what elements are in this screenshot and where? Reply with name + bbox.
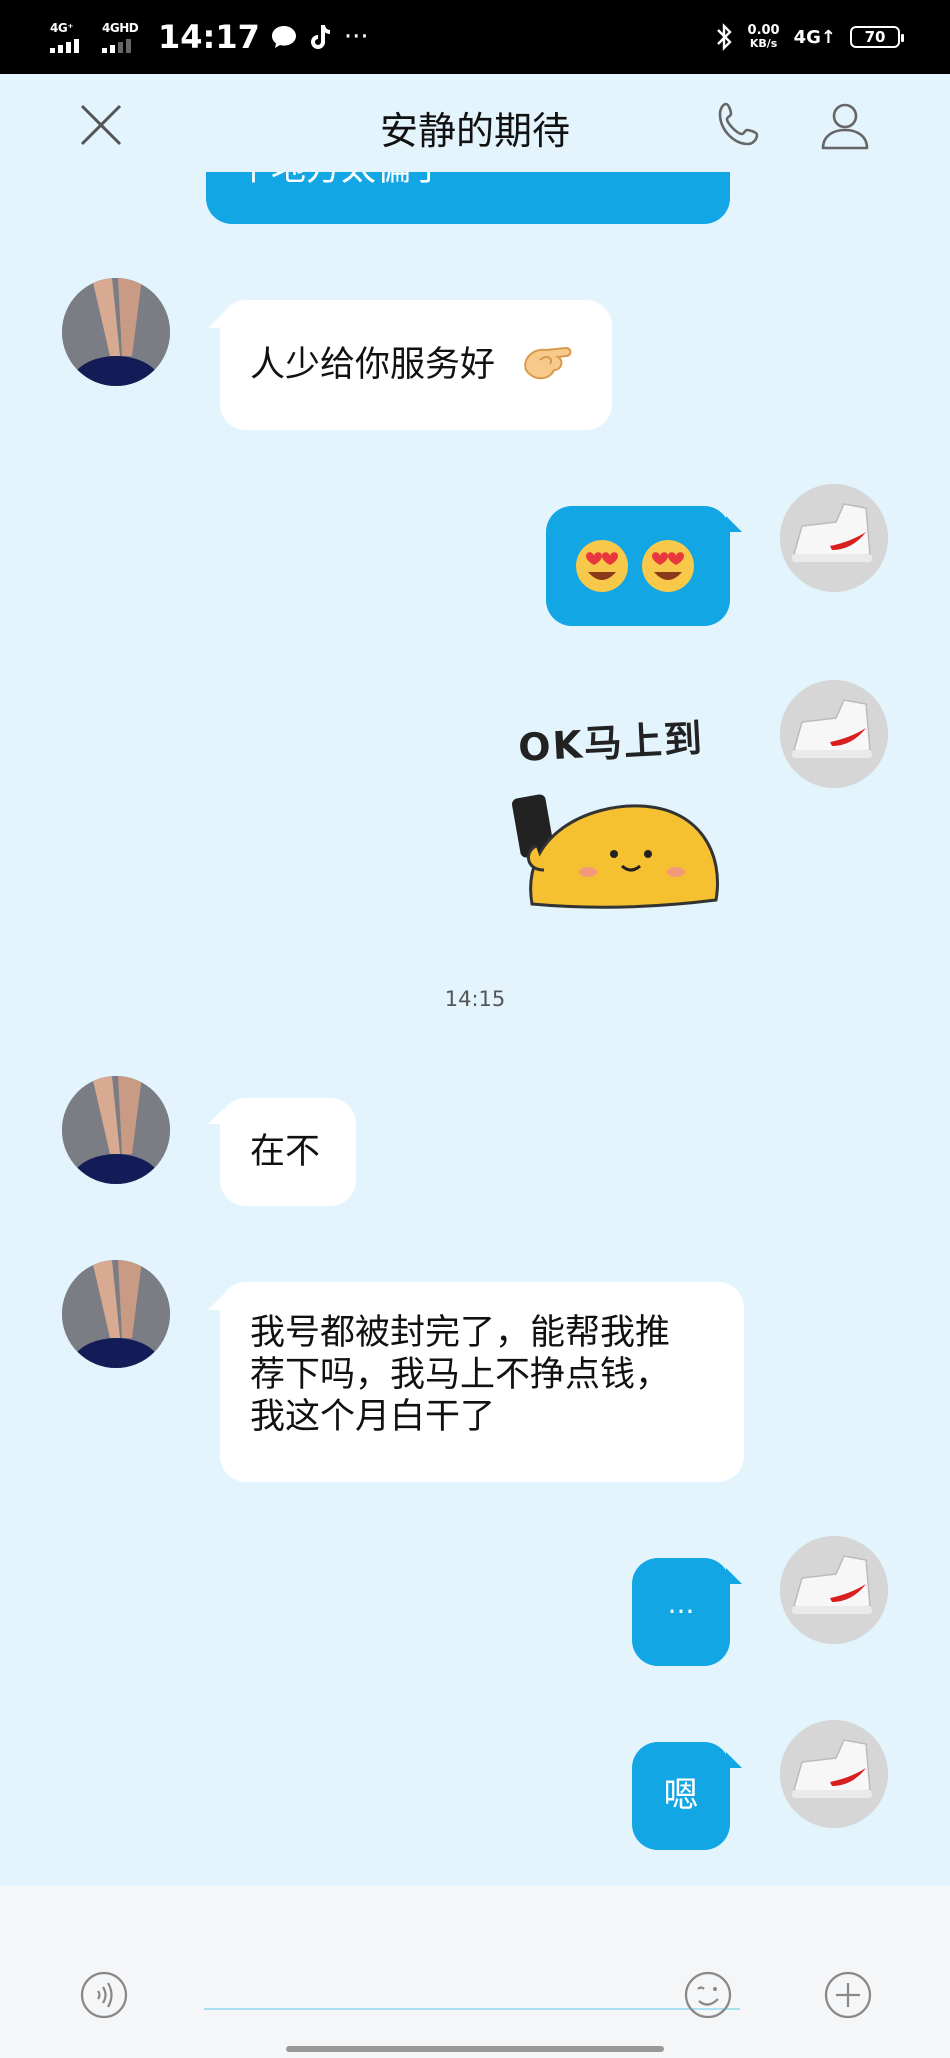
avatar-photo	[62, 1076, 170, 1184]
input-bar	[0, 1886, 950, 2058]
message-text: 在不	[250, 1132, 321, 1172]
avatar-photo	[780, 680, 888, 788]
avatar-photo	[62, 1260, 170, 1368]
message-bubble-incoming[interactable]: 人少给你服务好	[220, 300, 612, 430]
avatar-photo	[780, 484, 888, 592]
status-bar: 4G⁺ 4GHD 14:17 ··· 0.00 KB/s 4G↑ 70	[0, 0, 950, 74]
battery-level: 70	[864, 28, 886, 46]
chat-bubble-icon	[271, 26, 296, 48]
avatar[interactable]	[62, 1076, 170, 1184]
avatar[interactable]	[780, 1720, 888, 1828]
avatar[interactable]	[780, 1536, 888, 1644]
emoji-icon[interactable]	[684, 1971, 732, 2019]
signal-bars-icon	[102, 37, 131, 53]
speed-value: 0.00	[747, 23, 780, 38]
speed-unit: KB/s	[749, 37, 778, 50]
battery-icon: 70	[850, 26, 904, 48]
signal-bars-icon	[50, 37, 79, 53]
home-indicator[interactable]	[286, 2046, 664, 2052]
fist-emoji-icon	[524, 346, 572, 380]
clock: 14:17	[158, 18, 260, 56]
avatar[interactable]	[62, 278, 170, 386]
heart-eyes-emoji-icon	[642, 540, 694, 592]
message-timestamp: 14:15	[444, 987, 506, 1011]
add-icon[interactable]	[824, 1971, 872, 2019]
avatar-photo	[62, 278, 170, 386]
message-list[interactable]: 个地方太偏了 人少给你服务好	[0, 172, 950, 1886]
message-bubble-incoming[interactable]: 在不	[220, 1098, 356, 1206]
avatar[interactable]	[780, 484, 888, 592]
message-bubble-outgoing[interactable]: 个地方太偏了	[206, 172, 730, 224]
network-type-label: 4G⁺	[50, 20, 74, 35]
sticker-character-icon	[511, 794, 719, 909]
message-text-line: 我这个月白干了	[250, 1397, 496, 1437]
sticker-message[interactable]: OK马上到	[510, 712, 736, 922]
network-speed: 0.00 KB/s	[748, 24, 780, 50]
message-text: ···	[667, 1595, 695, 1628]
message-text-line: 我号都被封完了，能帮我推	[250, 1313, 671, 1353]
avatar-photo	[780, 1720, 888, 1828]
network-type-label: 4GHD	[102, 20, 139, 35]
message-bubble-outgoing[interactable]	[546, 506, 730, 626]
signal-2: 4GHD	[102, 20, 144, 53]
chat-title: 安静的期待	[379, 109, 570, 153]
chat-header: 安静的期待	[0, 74, 950, 172]
more-icon: ···	[343, 22, 369, 52]
network-type-label: 4G↑	[793, 26, 836, 48]
message-text-line: 荐下吗，我马上不挣点钱，	[250, 1355, 671, 1395]
bluetooth-icon	[716, 23, 732, 51]
message-text: 人少给你服务好	[250, 345, 496, 385]
avatar-photo	[780, 1536, 888, 1644]
message-bubble-outgoing[interactable]: ···	[632, 1558, 730, 1666]
avatar[interactable]	[780, 680, 888, 788]
message-text: 个地方太偏了	[236, 172, 446, 189]
tiktok-icon	[310, 25, 330, 49]
message-text: 嗯	[663, 1776, 699, 1816]
message-input[interactable]	[204, 2008, 740, 2010]
voice-input-icon[interactable]	[80, 1971, 128, 2019]
signal-1: 4G⁺	[50, 20, 92, 53]
phone-icon[interactable]	[712, 98, 766, 152]
message-bubble-outgoing[interactable]: 嗯	[632, 1742, 730, 1850]
heart-eyes-emoji-icon	[576, 540, 628, 592]
message-bubble-incoming[interactable]: 我号都被封完了，能帮我推 荐下吗，我马上不挣点钱， 我这个月白干了	[220, 1282, 744, 1482]
avatar[interactable]	[62, 1260, 170, 1368]
profile-icon[interactable]	[818, 98, 872, 152]
sticker-caption: OK马上到	[517, 716, 705, 770]
